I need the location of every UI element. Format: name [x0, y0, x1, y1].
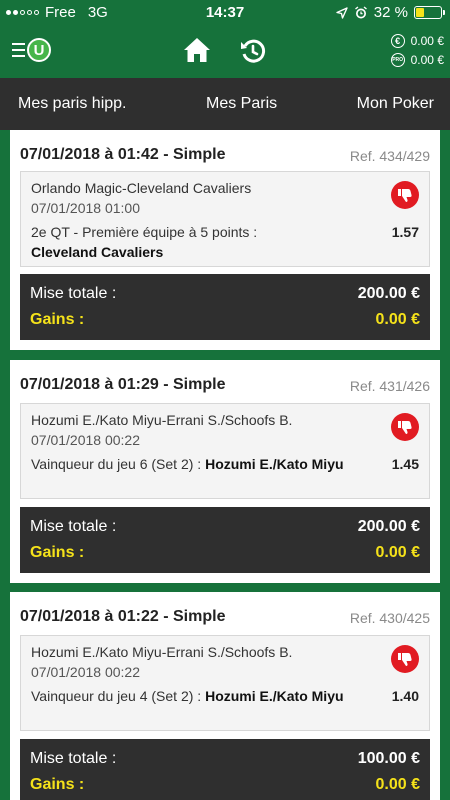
stake-value: 200.00 €: [357, 518, 420, 535]
bet-selection-box: Hozumi E./Kato Miyu-Errani S./Schoofs B.…: [20, 635, 430, 731]
winnings-label: Gains :: [30, 776, 85, 793]
bet-title: 07/01/2018 à 01:42 - Simple: [20, 146, 226, 163]
cash-balance: € 0.00 €: [390, 31, 444, 50]
cash-balance-value: 0.00 €: [410, 33, 444, 48]
pro-icon: PRO: [390, 52, 405, 67]
account-balances[interactable]: € 0.00 € PRO 0.00 €: [390, 31, 444, 69]
bet-title: 07/01/2018 à 01:22 - Simple: [20, 608, 226, 625]
bet-card[interactable]: 07/01/2018 à 01:42 - Simple Ref. 434/429…: [10, 130, 440, 350]
bet-selection: Hozumi E./Kato Miyu: [205, 456, 344, 472]
bet-odds: 1.40: [391, 688, 419, 704]
bet-odds: 1.45: [391, 456, 419, 472]
event-name: Hozumi E./Kato Miyu-Errani S./Schoofs B.: [31, 412, 293, 428]
unibet-logo: U: [27, 38, 51, 62]
bet-card[interactable]: 07/01/2018 à 01:29 - Simple Ref. 431/426…: [10, 360, 440, 583]
home-icon: [184, 38, 210, 62]
stake-label: Mise totale :: [30, 750, 117, 767]
bet-history-list[interactable]: 07/01/2018 à 01:42 - Simple Ref. 434/429…: [0, 130, 450, 800]
market-label: Vainqueur du jeu 6 (Set 2) :: [31, 456, 202, 472]
event-name: Hozumi E./Kato Miyu-Errani S./Schoofs B.: [31, 644, 293, 660]
event-date: 07/01/2018 01:00: [31, 200, 140, 216]
bonus-balance: PRO 0.00 €: [390, 50, 444, 69]
market-label: 2e QT - Première équipe à 5 points :: [31, 224, 258, 240]
home-button[interactable]: [183, 37, 211, 68]
history-icon: [241, 39, 266, 63]
bet-selection: Cleveland Cavaliers: [31, 244, 164, 260]
winnings-value: 0.00 €: [375, 776, 420, 793]
bonus-balance-value: 0.00 €: [410, 52, 444, 67]
alarm-icon: [354, 5, 367, 18]
stake-value: 100.00 €: [357, 750, 420, 767]
bet-totals: Mise totale : 200.00 € Gains : 0.00 €: [20, 274, 430, 340]
tab-mes-paris[interactable]: Mes Paris: [206, 95, 277, 113]
euro-icon: €: [390, 33, 405, 48]
bet-market: Vainqueur du jeu 6 (Set 2) : Hozumi E./K…: [31, 454, 361, 474]
menu-button[interactable]: U: [12, 38, 51, 62]
winnings-value: 0.00 €: [375, 544, 420, 561]
thumbs-down-icon: [391, 645, 419, 673]
bet-odds: 1.57: [391, 224, 419, 240]
thumbs-down-icon: [391, 413, 419, 441]
bet-card[interactable]: 07/01/2018 à 01:22 - Simple Ref. 430/425…: [10, 592, 440, 800]
bet-selection: Hozumi E./Kato Miyu: [205, 688, 344, 704]
bet-market: Vainqueur du jeu 4 (Set 2) : Hozumi E./K…: [31, 686, 361, 706]
bet-market: 2e QT - Première équipe à 5 points : Cle…: [31, 222, 361, 262]
bet-title: 07/01/2018 à 01:29 - Simple: [20, 376, 226, 393]
history-button[interactable]: [240, 38, 266, 69]
winnings-label: Gains :: [30, 311, 85, 328]
bet-reference: Ref. 430/425: [349, 610, 430, 626]
event-date: 07/01/2018 00:22: [31, 664, 140, 680]
app-header: U € 0.00 € PRO 0.00 €: [0, 26, 450, 78]
bet-selection-box: Orlando Magic-Cleveland Cavaliers 07/01/…: [20, 171, 430, 267]
market-label: Vainqueur du jeu 4 (Set 2) :: [31, 688, 202, 704]
event-name: Orlando Magic-Cleveland Cavaliers: [31, 180, 252, 196]
winnings-value: 0.00 €: [375, 311, 420, 328]
hamburger-icon: [12, 43, 25, 57]
bet-totals: Mise totale : 200.00 € Gains : 0.00 €: [20, 507, 430, 573]
stake-label: Mise totale :: [30, 285, 117, 302]
tab-mon-poker[interactable]: Mon Poker: [357, 95, 434, 113]
stake-value: 200.00 €: [357, 285, 420, 302]
stake-label: Mise totale :: [30, 518, 117, 535]
tab-bar: Mes paris hipp. Mes Paris Mon Poker: [0, 78, 450, 130]
status-bar: Free 3G 14:37 32 %: [0, 0, 450, 26]
location-icon: [336, 6, 348, 19]
winnings-label: Gains :: [30, 544, 85, 561]
tab-mes-paris-hipp[interactable]: Mes paris hipp.: [18, 95, 127, 113]
bet-reference: Ref. 434/429: [349, 148, 430, 164]
status-icons: 32 %: [336, 4, 445, 21]
thumbs-down-icon: [391, 181, 419, 209]
battery-percent: 32 %: [373, 4, 408, 21]
bet-selection-box: Hozumi E./Kato Miyu-Errani S./Schoofs B.…: [20, 403, 430, 499]
battery-icon: [414, 6, 445, 19]
event-date: 07/01/2018 00:22: [31, 432, 140, 448]
bet-reference: Ref. 431/426: [349, 378, 430, 394]
bet-totals: Mise totale : 100.00 € Gains : 0.00 €: [20, 739, 430, 800]
